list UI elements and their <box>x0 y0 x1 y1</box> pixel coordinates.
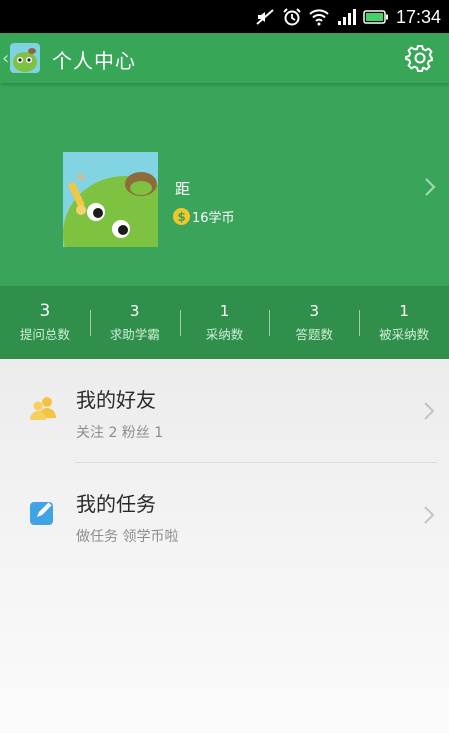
status-bar: 17:34 <box>0 0 449 33</box>
stat-value: 3 <box>39 301 51 321</box>
status-icons: 17:34 <box>255 6 441 28</box>
signal-icon <box>337 9 356 25</box>
stat-adopted[interactable]: 1 采纳数 <box>179 286 270 359</box>
chevron-right-icon[interactable] <box>423 176 437 198</box>
chevron-right-icon <box>424 506 435 524</box>
friends-icon <box>30 397 56 420</box>
menu-list: 我的好友 关注 2 粉丝 1 我的任务 做任务 领学币啦 <box>0 359 449 733</box>
mute-icon <box>256 9 274 25</box>
back-button[interactable]: ‹ <box>2 41 46 75</box>
coin-icon: $ <box>173 208 190 225</box>
alarm-icon <box>283 8 301 26</box>
wifi-icon <box>309 9 329 26</box>
stat-answers[interactable]: 3 答题数 <box>269 286 359 359</box>
avatar-image <box>63 152 158 247</box>
task-edit-icon <box>30 501 53 525</box>
stat-label: 答题数 <box>295 327 334 342</box>
page-title: 个人中心 <box>52 49 136 73</box>
coin-balance: $ 16学币 <box>173 207 235 226</box>
battery-icon <box>363 10 388 24</box>
stat-answers-adopted[interactable]: 1 被采纳数 <box>359 286 449 359</box>
menu-item-title: 我的好友 <box>76 388 156 412</box>
profile-header[interactable]: 距 $ 16学币 <box>0 83 449 286</box>
coin-text: 16学币 <box>192 211 235 226</box>
menu-item-friends[interactable]: 我的好友 关注 2 粉丝 1 <box>0 359 449 463</box>
stat-label: 提问总数 <box>19 327 70 342</box>
username: 距 <box>175 180 191 198</box>
stat-label: 采纳数 <box>205 327 244 342</box>
app-logo-icon <box>10 43 41 73</box>
stat-value: 1 <box>399 302 409 320</box>
stat-label: 求助学霸 <box>109 327 160 342</box>
stat-value: 1 <box>219 302 230 320</box>
back-chevron-icon: ‹ <box>2 47 10 69</box>
avatar[interactable] <box>63 152 158 247</box>
stat-value: 3 <box>309 302 320 320</box>
menu-item-subtitle: 做任务 领学币啦 <box>76 529 179 545</box>
menu-item-subtitle: 关注 2 粉丝 1 <box>76 425 164 441</box>
status-time: 17:34 <box>395 6 441 27</box>
gear-icon[interactable] <box>405 43 435 73</box>
app-bar: ‹ 个人中心 <box>0 33 449 83</box>
chevron-right-icon <box>424 402 435 420</box>
menu-item-title: 我的任务 <box>76 492 156 516</box>
stat-label: 被采纳数 <box>379 327 430 342</box>
stats-bar: 3 提问总数 3 求助学霸 1 采纳数 3 答题数 1 被采纳数 <box>0 286 449 359</box>
menu-item-tasks[interactable]: 我的任务 做任务 领学币啦 <box>0 463 449 567</box>
stat-questions-total[interactable]: 3 提问总数 <box>0 286 90 359</box>
stat-help-requests[interactable]: 3 求助学霸 <box>89 286 180 359</box>
stat-value: 3 <box>129 302 140 320</box>
